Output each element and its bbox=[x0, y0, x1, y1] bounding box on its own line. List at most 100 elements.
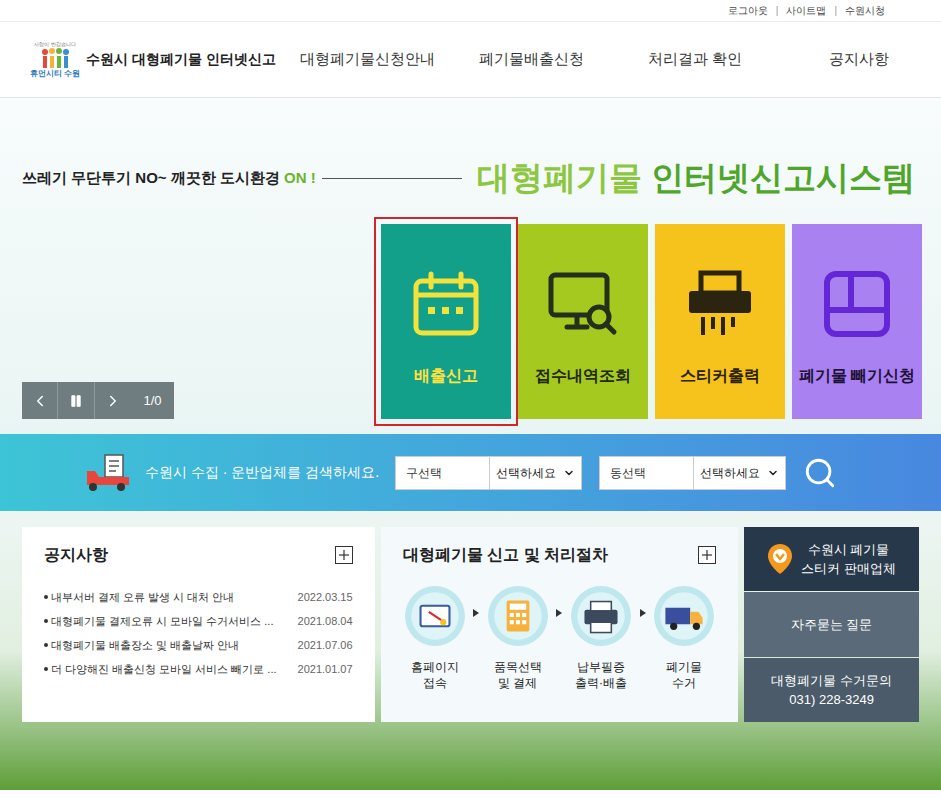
search-field-group: 동선택선택하세요 bbox=[599, 456, 786, 490]
dropdown-icon bbox=[563, 467, 575, 479]
quick-link-text: 스티커 판매업체 bbox=[801, 559, 896, 578]
quick-link[interactable]: 수원시 폐기물스티커 판매업체 bbox=[744, 527, 919, 591]
process-step-icon bbox=[570, 585, 632, 647]
quick-link[interactable]: 자주묻는 질문 bbox=[744, 592, 919, 656]
notice-item-title: 대형폐기물 배출장소 및 배출날짜 안내 bbox=[51, 637, 292, 654]
menu-tile[interactable]: 폐기물 빼기신청 bbox=[792, 224, 922, 419]
notice-item-date: 2021.07.06 bbox=[298, 637, 353, 654]
nav-item[interactable]: 폐기물배출신청 bbox=[449, 48, 613, 71]
search-strip: 수원시 수집 · 운반업체를 검색하세요.구선택선택하세요동선택선택하세요 bbox=[0, 434, 941, 511]
notice-item-title: 내부서버 결제 오류 발생 시 대처 안내 bbox=[51, 589, 292, 606]
tile-label: 접수내역조회 bbox=[535, 364, 631, 388]
logo[interactable]: 사람이 반갑습니다휴먼시티 수원수원시 대형폐기물 인터넷신고 bbox=[30, 41, 285, 79]
logo-tagline: 사람이 반갑습니다 bbox=[34, 41, 75, 47]
search-input[interactable]: 구선택 bbox=[395, 456, 490, 490]
search-label: 수원시 수집 · 운반업체를 검색하세요. bbox=[145, 462, 379, 483]
chevron-left-icon bbox=[31, 392, 49, 410]
search-field-group: 구선택선택하세요 bbox=[395, 456, 582, 490]
quick-link-text: 031) 228-3249 bbox=[789, 690, 874, 709]
search-input[interactable]: 동선택 bbox=[599, 456, 694, 490]
dropdown-icon bbox=[767, 467, 779, 479]
hero-slogan: 쓰레기 무단투기 NO~ 깨끗한 도시환경 ON ! bbox=[22, 167, 316, 190]
more-icon[interactable] bbox=[335, 546, 353, 564]
slide-counter: 1/0 bbox=[131, 391, 174, 411]
step-arrow-icon bbox=[473, 609, 479, 617]
next-button[interactable] bbox=[95, 382, 131, 419]
notice-item-date: 2021.01.07 bbox=[298, 661, 353, 678]
step-label: 접속 bbox=[423, 675, 447, 691]
step-label: 수거 bbox=[672, 675, 696, 691]
notice-panel: 공지사항내부서버 결제 오류 발생 시 대처 안내 2022.03.15 대형폐기물… bbox=[22, 527, 375, 722]
notice-item-date: 2021.08.04 bbox=[298, 613, 353, 630]
main-nav: 대형폐기물신청안내폐기물배출신청처리결과 확인공지사항 bbox=[285, 48, 941, 71]
notice-list: 내부서버 결제 오류 발생 시 대처 안내 2022.03.15 대형폐기물 결제오… bbox=[44, 585, 353, 681]
page: 로그아웃|사이트맵|수원시청사람이 반갑습니다휴먼시티 수원수원시 대형폐기물 … bbox=[0, 0, 941, 799]
notice-item-date: 2022.03.15 bbox=[298, 589, 353, 606]
chevron-right-icon bbox=[104, 392, 122, 410]
process-step: 품목선택및 결제 bbox=[486, 585, 550, 691]
prev-button[interactable] bbox=[22, 382, 58, 419]
quick-link-text: 자주묻는 질문 bbox=[791, 615, 873, 634]
tile-group: 배출신고 접수내역조회 스티커출력 폐기물 빼기신청 bbox=[381, 224, 922, 419]
process-step-icon bbox=[653, 585, 715, 647]
search-icon[interactable] bbox=[803, 456, 837, 490]
header: 사람이 반갑습니다휴먼시티 수원수원시 대형폐기물 인터넷신고대형폐기물신청안내… bbox=[0, 22, 941, 98]
tile-label: 배출신고 bbox=[414, 364, 478, 388]
process-panel: 대형폐기물 신고 및 처리절차홈페이지접속품목선택및 결제납부필증출력·배출폐기… bbox=[381, 527, 739, 722]
nav-item[interactable]: 처리결과 확인 bbox=[613, 48, 777, 71]
logo-mark-icon bbox=[40, 47, 70, 69]
process-step: 폐기물수거 bbox=[652, 585, 716, 691]
notice-item-title: 대형폐기물 결제오류 시 모바일 수거서비스 ... bbox=[51, 613, 292, 630]
quick-link-text: 대형폐기물 수거문의 bbox=[771, 671, 892, 690]
utility-link[interactable]: 수원시청 bbox=[845, 3, 885, 18]
layout-icon bbox=[823, 270, 891, 338]
process-step: 홈페이지접속 bbox=[403, 585, 467, 691]
search-select[interactable]: 선택하세요 bbox=[490, 456, 582, 490]
process-title: 대형폐기물 신고 및 처리절차 bbox=[403, 543, 608, 567]
hero: 쓰레기 무단투기 NO~ 깨끗한 도시환경 ON ! 대형폐기물 인터넷신고시스템… bbox=[0, 98, 941, 434]
notice-item[interactable]: 대형폐기물 배출장소 및 배출날짜 안내 2021.07.06 bbox=[44, 633, 353, 657]
nav-item[interactable]: 공지사항 bbox=[777, 48, 941, 71]
step-label: 홈페이지 bbox=[411, 659, 459, 675]
menu-tile[interactable]: 배출신고 bbox=[381, 224, 511, 419]
quick-link[interactable]: 대형폐기물 수거문의031) 228-3249 bbox=[744, 658, 919, 722]
utility-separator: | bbox=[834, 3, 837, 18]
step-label: 납부필증 bbox=[577, 659, 625, 675]
menu-tile[interactable]: 접수내역조회 bbox=[518, 224, 648, 419]
utility-link[interactable]: 로그아웃 bbox=[728, 3, 768, 18]
step-label: 폐기물 bbox=[666, 659, 702, 675]
quick-links: 수원시 폐기물스티커 판매업체자주묻는 질문대형폐기물 수거문의031) 228… bbox=[744, 527, 919, 722]
utility-separator: | bbox=[776, 3, 779, 18]
menu-tile[interactable]: 스티커출력 bbox=[655, 224, 785, 419]
notice-title: 공지사항 bbox=[44, 543, 108, 567]
search-select[interactable]: 선택하세요 bbox=[694, 456, 786, 490]
step-label: 및 결제 bbox=[498, 675, 537, 691]
utility-link[interactable]: 사이트맵 bbox=[786, 3, 826, 18]
notice-item[interactable]: 내부서버 결제 오류 발생 시 대처 안내 2022.03.15 bbox=[44, 585, 353, 609]
slider-controls: 1/0 bbox=[22, 382, 174, 419]
notice-item[interactable]: 더 다양해진 배출신청 모바일 서비스 빼기로 ... 2021.01.07 bbox=[44, 657, 353, 681]
pause-button[interactable] bbox=[58, 382, 95, 419]
process-step-icon bbox=[487, 585, 549, 647]
slogan-line bbox=[322, 178, 462, 179]
quick-link-text: 수원시 폐기물 bbox=[808, 540, 890, 559]
tile-label: 폐기물 빼기신청 bbox=[799, 364, 915, 388]
calendar-icon bbox=[411, 271, 481, 337]
step-arrow-icon bbox=[556, 609, 562, 617]
logo-brand: 휴먼시티 수원 bbox=[30, 69, 80, 79]
more-icon[interactable] bbox=[698, 546, 716, 564]
notice-item[interactable]: 대형폐기물 결제오류 시 모바일 수거서비스 ... 2021.08.04 bbox=[44, 609, 353, 633]
step-label: 품목선택 bbox=[494, 659, 542, 675]
nav-item[interactable]: 대형폐기물신청안내 bbox=[285, 48, 449, 71]
tile-label: 스티커출력 bbox=[680, 364, 760, 388]
location-pin-icon bbox=[767, 543, 793, 575]
notice-item-title: 더 다양해진 배출신청 모바일 서비스 빼기로 ... bbox=[51, 661, 292, 678]
truck-icon bbox=[85, 453, 133, 493]
step-arrow-icon bbox=[640, 609, 646, 617]
hero-title: 대형폐기물 인터넷신고시스템 bbox=[477, 156, 915, 200]
shredder-icon bbox=[685, 269, 755, 339]
step-label: 출력·배출 bbox=[575, 675, 627, 691]
bottom-area: 공지사항내부서버 결제 오류 발생 시 대처 안내 2022.03.15 대형폐기물… bbox=[0, 511, 941, 790]
pause-icon bbox=[69, 394, 83, 408]
process-step: 납부필증출력·배출 bbox=[569, 585, 633, 691]
